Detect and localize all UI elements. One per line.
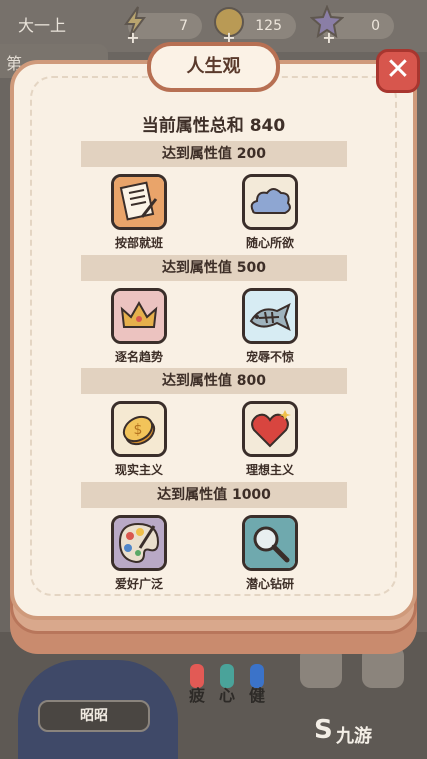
- coin-icon: $: [114, 404, 164, 454]
- add-star-button[interactable]: +: [322, 30, 336, 46]
- modal-title: 人生观: [147, 42, 280, 92]
- life-view-item-label: 现实主义: [114, 463, 163, 477]
- svg-text:$: $: [134, 422, 143, 438]
- life-view-item-label: 潜心钻研: [245, 577, 294, 591]
- heart-icon: [245, 404, 295, 454]
- close-button[interactable]: ✕: [376, 49, 420, 93]
- palette-icon: [114, 518, 164, 568]
- tier-header: 达到属性值 1000: [81, 482, 347, 508]
- life-view-item-label: 逐名趋势: [114, 350, 163, 364]
- life-view-item[interactable]: [242, 288, 298, 344]
- life-view-item[interactable]: [111, 174, 167, 230]
- life-view-item[interactable]: [111, 515, 167, 571]
- life-view-item[interactable]: [242, 401, 298, 457]
- attribute-total: 当前属性总和 840: [141, 116, 286, 136]
- life-view-item-label: 理想主义: [245, 463, 294, 477]
- life-view-item-label: 宠辱不惊: [245, 350, 294, 364]
- checklist-icon: [114, 177, 164, 227]
- life-view-item-label: 按部就班: [114, 236, 163, 250]
- fish-bone-icon: [245, 291, 295, 341]
- magnifier-icon: [245, 518, 295, 568]
- cloud-icon: [245, 177, 295, 227]
- tier-header: 达到属性值 500: [81, 255, 347, 281]
- life-view-item[interactable]: $: [111, 401, 167, 457]
- character-name-plate[interactable]: 昭昭: [38, 700, 150, 732]
- crown-icon: [114, 291, 164, 341]
- life-view-item-label: 随心所欲: [245, 236, 294, 250]
- fatigue-label: 疲: [188, 686, 205, 705]
- life-view-item-label: 爱好广泛: [114, 577, 163, 591]
- watermark-logo-icon: S: [314, 715, 333, 745]
- health-label: 健: [248, 686, 265, 705]
- life-view-item[interactable]: [242, 515, 298, 571]
- mood-label: 心: [218, 686, 235, 705]
- life-view-item[interactable]: [111, 288, 167, 344]
- tier-header: 达到属性值 800: [81, 368, 347, 394]
- season-label: 大一上: [18, 16, 67, 35]
- life-view-item[interactable]: [242, 174, 298, 230]
- tier-header: 达到属性值 200: [81, 141, 347, 167]
- watermark-text: 九游: [336, 726, 372, 747]
- add-energy-button[interactable]: +: [126, 30, 140, 46]
